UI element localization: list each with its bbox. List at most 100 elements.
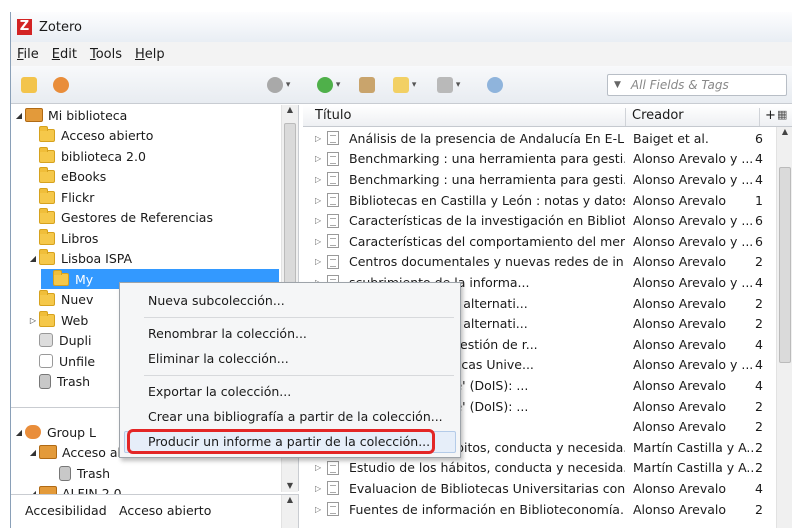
tree-collection[interactable]: Gestores de Referencias <box>39 207 213 227</box>
menu-item-export-collection[interactable]: Exportar la colección... <box>148 384 291 399</box>
table-row[interactable]: ▷ Bibliotecas en Castilla y León : notas … <box>303 190 773 211</box>
tree-duplicates[interactable]: Dupli <box>39 330 91 350</box>
menu-item-rename-collection[interactable]: Renombrar la colección... <box>148 326 307 341</box>
tree-collection[interactable]: Nuev <box>39 289 93 309</box>
expand-arrow-icon[interactable]: ▷ <box>315 484 321 493</box>
table-row[interactable]: ▷ Evaluacion de Bibliotecas Universitaria… <box>303 478 773 499</box>
tree-group-libraries[interactable]: ◢ Group L <box>13 422 96 442</box>
zotero-logo-icon: Z <box>17 19 32 35</box>
tags-scrollbar[interactable]: ▲ <box>281 495 298 528</box>
menu-help[interactable]: Help <box>135 47 165 62</box>
column-picker-icon[interactable]: ▦ <box>777 108 787 121</box>
item-creator: Alonso Arevalo <box>633 480 727 496</box>
expand-arrow-icon[interactable]: ▷ <box>315 175 321 184</box>
collapse-arrow-icon[interactable]: ▷ <box>27 316 39 325</box>
scroll-up-icon[interactable]: ▲ <box>777 127 792 136</box>
table-row[interactable]: ▷ Estudio de los hábitos, conducta y nece… <box>303 458 773 479</box>
table-row[interactable]: ▷ Características del comportamiento del … <box>303 231 773 252</box>
new-collection-icon <box>21 77 37 93</box>
new-note-button[interactable]: ▾ <box>393 75 416 95</box>
tree-collection[interactable]: ◢ Lisboa ISPA <box>27 248 132 268</box>
paperclip-icon <box>437 77 453 93</box>
folder-icon <box>53 269 69 286</box>
item-notes-count: 4 <box>755 151 763 167</box>
menu-tools[interactable]: Tools <box>90 47 122 62</box>
new-group-button[interactable] <box>53 75 69 95</box>
menu-item-create-bibliography[interactable]: Crear una bibliografía a partir de la co… <box>148 409 443 424</box>
folder-icon <box>39 228 55 245</box>
scroll-up-icon[interactable]: ▲ <box>282 105 298 114</box>
expand-arrow-icon[interactable]: ▷ <box>315 237 321 246</box>
document-icon <box>327 193 339 208</box>
menu-item-new-subcollection[interactable]: Nueva subcolección... <box>148 293 285 308</box>
tree-group-trash[interactable]: Trash <box>59 463 110 483</box>
tree-collection[interactable]: eBooks <box>39 166 106 186</box>
expand-arrow-icon[interactable]: ◢ <box>27 254 39 263</box>
document-icon <box>327 234 339 249</box>
scroll-down-icon[interactable]: ▼ <box>282 481 298 490</box>
expand-arrow-icon[interactable]: ◢ <box>13 428 25 437</box>
column-notes-count[interactable]: + <box>759 108 776 126</box>
folder-icon <box>39 125 55 142</box>
items-scrollbar[interactable]: ▲ <box>776 127 792 528</box>
item-creator: Alonso Arevalo <box>633 316 727 332</box>
item-notes-count: 6 <box>755 213 763 229</box>
expand-arrow-icon[interactable]: ▷ <box>315 257 321 266</box>
tree-collection[interactable]: ▷ Web <box>27 310 88 330</box>
expand-arrow-icon[interactable]: ◢ <box>13 111 25 120</box>
item-creator: Martín Castilla y A... <box>633 460 755 476</box>
scroll-thumb[interactable] <box>779 167 791 363</box>
advanced-search-button[interactable] <box>487 75 503 95</box>
menu-file[interactable]: File <box>17 47 39 62</box>
tag-selector: Accesibilidad Acceso abierto ▲ <box>11 494 299 528</box>
column-title[interactable]: Título <box>315 108 351 123</box>
search-placeholder: All Fields & Tags <box>630 78 729 92</box>
item-notes-count: 6 <box>755 130 763 146</box>
item-title: Benchmarking : una herramienta para gest… <box>349 151 625 167</box>
table-row[interactable]: ▷ Benchmarking : una herramienta para ges… <box>303 149 773 170</box>
expand-arrow-icon[interactable]: ▷ <box>315 196 321 205</box>
tree-collection[interactable]: Libros <box>39 228 98 248</box>
tree-my-library[interactable]: ◢ Mi biblioteca <box>13 105 127 125</box>
table-row[interactable]: ▷ Análisis de la presencia de Andalucía E… <box>303 128 773 149</box>
item-title: Centros documentales y nuevas redes de i… <box>349 254 625 270</box>
tree-trash[interactable]: Trash <box>39 371 90 391</box>
trash-icon <box>39 373 51 389</box>
item-title: Características del comportamiento del m… <box>349 233 625 249</box>
tree-collection[interactable]: Acceso abierto <box>39 125 153 145</box>
tag[interactable]: Acceso abierto <box>119 503 211 518</box>
item-creator: Alonso Arevalo <box>633 336 727 352</box>
item-notes-count: 2 <box>755 460 763 476</box>
attachment-button[interactable]: ▾ <box>437 75 460 95</box>
table-row[interactable]: ▷ Centros documentales y nuevas redes de … <box>303 252 773 273</box>
expand-arrow-icon[interactable]: ▷ <box>315 154 321 163</box>
add-by-identifier-button[interactable] <box>359 75 375 95</box>
tree-collection[interactable]: Flickr <box>39 187 94 207</box>
scroll-up-icon[interactable]: ▲ <box>282 495 298 504</box>
tag[interactable]: Accesibilidad <box>25 503 107 518</box>
expand-arrow-icon[interactable]: ▷ <box>315 216 321 225</box>
menu-edit[interactable]: Edit <box>52 47 77 62</box>
menu-item-delete-collection[interactable]: Eliminar la colección... <box>148 351 289 366</box>
folder-icon <box>39 289 55 306</box>
tree-collection[interactable]: biblioteca 2.0 <box>39 146 146 166</box>
expand-arrow-icon[interactable]: ▷ <box>315 463 321 472</box>
title-bar: Z Zotero <box>11 12 792 42</box>
expand-arrow-icon[interactable]: ◢ <box>27 448 39 457</box>
expand-arrow-icon[interactable]: ▷ <box>315 134 321 143</box>
item-notes-count: 2 <box>755 254 763 270</box>
table-row[interactable]: ▷ Fuentes de información en Biblioteconom… <box>303 499 773 520</box>
new-collection-button[interactable] <box>21 75 37 95</box>
item-creator: Martín Castilla y A... <box>633 439 755 455</box>
magnifier-icon <box>487 77 503 93</box>
table-row[interactable]: ▷ Benchmarking : una herramienta para ges… <box>303 169 773 190</box>
search-input[interactable]: ▼ All Fields & Tags <box>607 74 787 96</box>
expand-arrow-icon[interactable]: ▷ <box>315 505 321 514</box>
table-row[interactable]: ▷ Características de la investigación en … <box>303 210 773 231</box>
tree-unfiled[interactable]: Unfile <box>39 351 95 371</box>
actions-button[interactable]: ▾ <box>267 75 290 95</box>
new-item-button[interactable]: ▾ <box>317 75 340 95</box>
item-title: Estudio de los hábitos, conducta y neces… <box>349 460 625 476</box>
column-creator[interactable]: Creador <box>625 108 684 126</box>
search-mode-dropdown-icon[interactable]: ▼ <box>614 80 621 90</box>
